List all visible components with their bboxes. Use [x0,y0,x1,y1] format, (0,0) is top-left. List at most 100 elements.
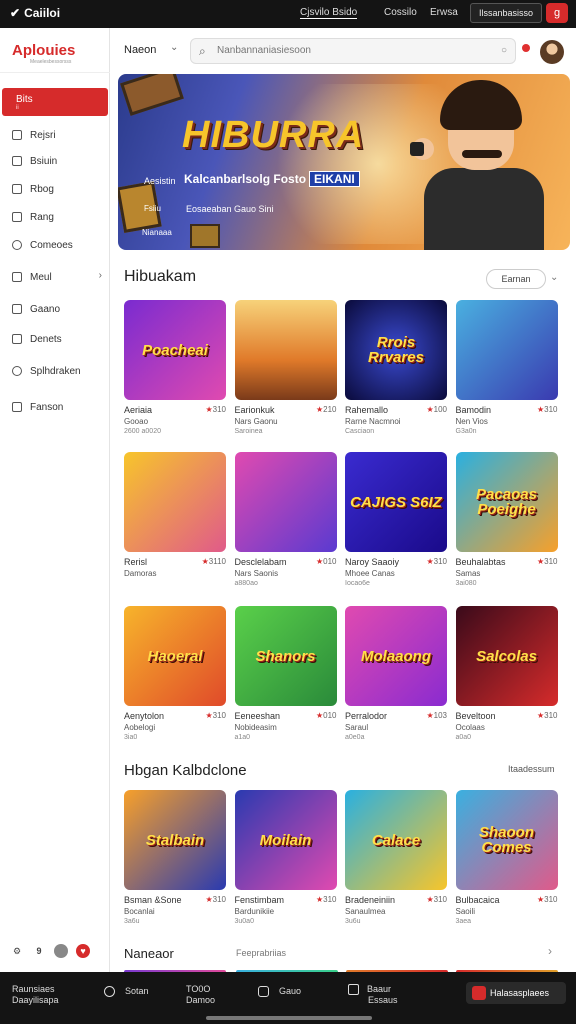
game-card[interactable]: Poacheai Aeriaia ★310 Gooao 2600 a0020 [124,300,226,435]
game-card[interactable]: Shanors Eeneeshan ★010 Nobideasim a1a0 [234,606,337,741]
help-icon[interactable]: 9 [32,944,46,958]
sidebar-item-8[interactable]: Denets [0,326,110,352]
sort-dropdown[interactable]: Earnan [486,269,546,289]
search-input[interactable]: ⌕ Nanbannaniasiesoon ○ [190,38,516,64]
top-bar: ✔ Caiiloi Cjsvilo Bsido Cossilo Erwsa Ils… [0,0,576,28]
heart-icon[interactable]: ♥ [76,944,90,958]
sidebar-item-1[interactable]: Rejsri [0,122,110,148]
see-all-link[interactable]: Itaadessum [508,764,555,774]
hero-sub-label: Aesistin [144,176,176,186]
game-card[interactable]: Salcolas Beveltoon ★310 Ocolaas a0a0 [455,606,558,741]
game-thumbnail[interactable] [234,300,337,400]
sidebar-item-4[interactable]: Rang [0,204,110,230]
sidebar-item-6[interactable]: Meul › [0,264,110,290]
game-art-title: Salcolas [476,647,537,665]
mic-icon[interactable]: ○ [501,39,507,63]
game-card[interactable]: CAJIGS S6IZ Naroy Saaoiy ★310 Mhoee Canas Io… [345,452,447,587]
game-card[interactable]: Shaoon Comes Bulbacaica ★310 Saoili 3aea [455,790,558,925]
bottom-item-2[interactable]: TO0O Damoo [186,984,215,1006]
game-card[interactable]: Molaaong Perralodor ★103 Saraul a0e0a [345,606,447,741]
gear-icon[interactable]: ⚙ [10,944,24,958]
brand[interactable]: ✔ Caiiloi [10,6,60,20]
sidebar-item-9[interactable]: Splhdraken [0,358,110,384]
game-thumbnail[interactable] [234,452,337,552]
bottom-item-1[interactable]: Sotan [104,986,149,998]
notification-icon[interactable] [522,44,530,52]
game-thumbnail[interactable]: Moilain [234,790,337,890]
home-indicator[interactable] [206,1016,372,1020]
tab-2[interactable]: Cossilo [384,7,417,18]
cta-button[interactable]: Halasasplaees [466,982,566,1004]
game-thumbnail[interactable] [455,300,558,400]
game-title-row: Aeriaia ★310 [124,405,226,415]
bottom-item-label: Essaus [368,995,398,1006]
bottom-left[interactable]: Raunsiaes Daayilisapa [12,984,59,1006]
rating: ★103 [426,711,447,720]
game-meta: Rarne Nacmnoi [345,417,401,426]
topbar-button[interactable]: Ilssanbasisso [470,3,542,23]
section-subtitle: Feeprabriias [236,948,287,958]
game-title-row: Bradeneiniin ★310 [345,895,447,905]
game-title: Earionkuk [234,405,275,415]
clipboard-icon [12,334,22,344]
game-title-row: Naroy Saaoiy ★310 [345,557,447,567]
sidebar-item-bits[interactable]: Bits ii [2,88,108,116]
topbar-red-icon[interactable]: g [546,3,568,23]
chevron-down-icon[interactable]: ⌄ [170,42,178,53]
game-art: Moilain [234,790,337,890]
tab-3[interactable]: Erwsa [430,7,458,18]
game-thumbnail[interactable]: Shaoon Comes [455,790,558,890]
game-thumbnail[interactable]: Haoeral [124,606,226,706]
game-card[interactable]: Rerisl ★3110 Damoras [124,452,226,580]
game-thumbnail[interactable]: Pacaoas Poeighe [455,452,558,552]
rating: ★3110 [202,557,226,566]
game-meta: Saoili [455,907,476,916]
bottom-item-3[interactable]: Gauo [258,986,301,998]
game-thumbnail[interactable]: Rrois Rrvares [345,300,447,400]
bottom-item-4[interactable]: Baaur Essaus [348,984,398,1006]
avatar[interactable] [540,40,564,64]
game-card[interactable]: Pacaoas Poeighe Beuhalabtas ★310 Samas 3ai08… [455,452,558,587]
game-title: Perralodor [345,711,388,721]
character-mustache [462,150,502,158]
search-placeholder: Nanbannaniasiesoon [217,45,311,56]
game-thumbnail[interactable]: Poacheai [124,300,226,400]
sidebar-item-5[interactable]: Comeoes [0,232,110,258]
game-art-title: Shaoon Comes [479,824,534,856]
tab-active[interactable]: Cjsvilo Bsido [300,7,358,19]
chevron-right-icon[interactable]: › [548,944,552,958]
game-thumbnail[interactable]: CAJIGS S6IZ [345,452,447,552]
game-art [455,300,558,400]
game-card[interactable]: Bamodin ★310 Nen Vios G3a0n [455,300,558,435]
chevron-down-icon[interactable]: ⌄ [550,272,558,283]
game-card[interactable]: Earionkuk ★210 Nars Gaonu Saroinea [234,300,337,435]
game-thumbnail[interactable]: Calace [345,790,447,890]
page-title[interactable]: Naeon [124,44,156,56]
sidebar-item-7[interactable]: Gaano [0,296,110,322]
game-meta: Ocolaas [455,723,485,732]
sidebar-item-sub: ii [16,104,19,111]
game-card[interactable]: Calace Bradeneiniin ★310 Sanaulmea 3u6u [345,790,447,925]
game-card[interactable]: Desclelabam ★010 Nars Saonis a880ao [234,452,337,587]
sidebar-item-3[interactable]: Rbog [0,176,110,202]
game-thumbnail[interactable]: Salcolas [455,606,558,706]
game-thumbnail[interactable]: Molaaong [345,606,447,706]
game-card[interactable]: Stalbain Bsman &Sone ★310 Bocanlai 3a6u [124,790,226,925]
hero-line2: Eosaeaban Gauo Sini [186,204,274,214]
game-thumbnail[interactable]: Shanors [234,606,337,706]
sidebar-item-2[interactable]: Bsiuin [0,148,110,174]
edit-icon [12,402,22,412]
moon-icon[interactable] [54,944,68,958]
logo[interactable]: Aplouies [12,42,75,59]
sidebar-item-10[interactable]: Fanson [0,394,110,420]
game-thumbnail[interactable] [124,452,226,552]
game-thumbnail[interactable]: Stalbain [124,790,226,890]
section-title: Naneaor [124,946,174,961]
game-card[interactable]: Haoeral Aenytolon ★310 Aobelogi 3ia0 [124,606,226,741]
rating-value: 100 [433,405,447,414]
hero-banner[interactable]: HIBURRA Aesistin Kalcanbarlsolg Fosto EIK… [118,74,570,250]
bottom-item-label: Baaur [367,984,392,994]
game-card[interactable]: Moilain Fenstimbam ★310 Bardunikiie 3u0a0 [234,790,337,925]
game-art-title: Haoeral [147,647,203,665]
game-card[interactable]: Rrois Rrvares Rahemallo ★100 Rarne Nacmnoi C… [345,300,447,435]
